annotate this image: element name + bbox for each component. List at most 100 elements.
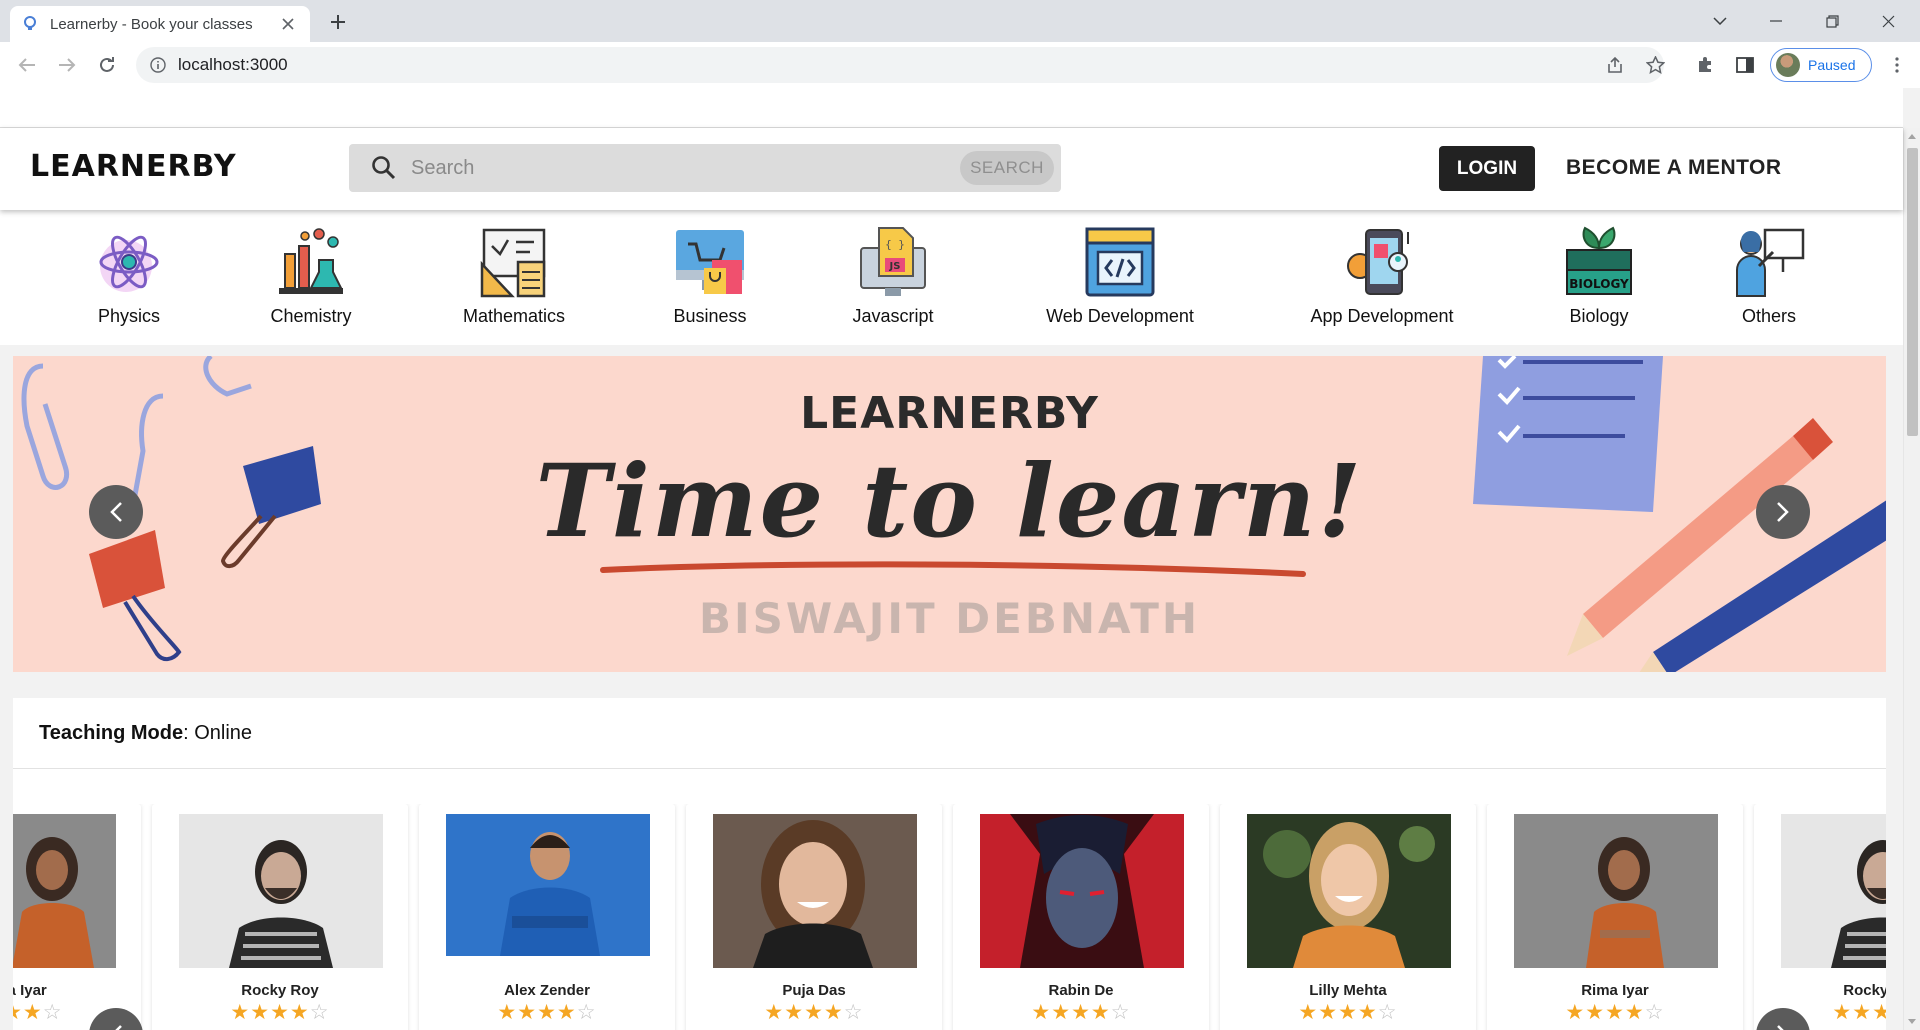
browser-tab-bar: Learnerby - Book your classes <box>0 0 1920 42</box>
category-mathematics[interactable]: Mathematics <box>454 210 574 345</box>
banner-tagline: Time to learn! <box>535 442 1364 560</box>
search-input[interactable] <box>411 156 960 180</box>
lightbulb-favicon-icon <box>22 16 38 32</box>
browser-tab[interactable]: Learnerby - Book your classes <box>10 6 310 42</box>
code-window-icon <box>1085 227 1155 297</box>
lab-flasks-icon <box>279 228 343 294</box>
banner-brand: LEARNERBY <box>800 388 1099 439</box>
mentor-name: Rocky Roy <box>241 982 319 999</box>
mentor-photo <box>1514 814 1718 968</box>
extensions-puzzle-icon[interactable] <box>1690 50 1720 80</box>
mentor-card[interactable]: Rocky Roy ★★★★☆ <box>152 804 408 1030</box>
search-bar: SEARCH <box>349 144 1061 192</box>
category-label: App Development <box>1310 306 1454 326</box>
shopping-cart-icon <box>676 230 744 294</box>
search-button[interactable]: SEARCH <box>960 151 1054 185</box>
vertical-scrollbar[interactable] <box>1903 128 1920 1030</box>
category-javascript[interactable]: JS { } Javascript <box>843 210 943 345</box>
category-app-development[interactable]: App Development <box>1299 210 1465 345</box>
search-icon <box>372 156 396 180</box>
divider <box>13 768 1886 769</box>
site-logo[interactable]: LEARNERBY <box>30 149 237 184</box>
category-label: Web Development <box>1046 306 1194 326</box>
category-web-development[interactable]: Web Development <box>1033 210 1207 345</box>
page-top-strip <box>0 88 1903 128</box>
mentor-photo <box>13 814 116 968</box>
mentor-name: Alex Zender <box>504 982 590 999</box>
scroll-down-arrow-icon[interactable] <box>1908 1019 1916 1024</box>
category-physics[interactable]: Physics <box>93 210 165 345</box>
mentor-name: Puja Das <box>782 982 846 999</box>
svg-text:JS: JS <box>889 261 901 272</box>
category-biology[interactable]: BIOLOGY Biology <box>1563 210 1635 345</box>
url-text: localhost:3000 <box>178 55 288 74</box>
svg-text:BIOLOGY: BIOLOGY <box>1569 277 1629 291</box>
reload-icon[interactable] <box>92 50 122 80</box>
star-rating: ★★★★☆ <box>230 1001 330 1024</box>
chevron-right-icon <box>1777 1025 1784 1030</box>
mentor-photo <box>446 814 650 968</box>
share-icon[interactable] <box>1600 50 1630 80</box>
mentor-card[interactable]: Rima Iyar ★★★★☆ <box>13 804 141 1030</box>
banner-next-button[interactable] <box>1756 485 1810 539</box>
mentor-card[interactable]: Rabin De ★★★★☆ <box>953 804 1209 1030</box>
mentor-name: Lilly Mehta <box>1309 982 1387 999</box>
mentor-photo <box>1247 814 1451 968</box>
hero-banner: LEARNERBY Time to learn! BISWAJIT DEBNAT… <box>13 356 1886 672</box>
star-rating: ★★★★☆ <box>1565 1001 1665 1024</box>
mentor-photo <box>980 814 1184 968</box>
browser-menu-icon[interactable] <box>1882 50 1912 80</box>
category-bar: Physics Chemistry Mathematics Business J… <box>0 210 1903 345</box>
mentor-photo <box>713 814 917 968</box>
new-tab-plus-icon[interactable] <box>324 8 352 36</box>
bookmark-star-icon[interactable] <box>1640 50 1670 80</box>
minimize-icon[interactable] <box>1748 0 1804 42</box>
mentor-card[interactable]: Rocky Roy ★★★★☆ <box>1754 804 1886 1030</box>
profile-button[interactable]: Paused <box>1770 48 1872 82</box>
mentor-card[interactable]: Alex Zender ★★★★☆ <box>419 804 675 1030</box>
back-arrow-icon[interactable] <box>12 50 42 80</box>
scroll-up-arrow-icon[interactable] <box>1908 134 1916 139</box>
mentor-name: Rocky Roy <box>1843 982 1886 999</box>
address-bar[interactable]: localhost:3000 <box>136 47 1664 83</box>
mentor-name: Rabin De <box>1048 982 1114 999</box>
teaching-mode-label: Teaching Mode <box>39 722 184 744</box>
category-label: Business <box>673 306 747 326</box>
tab-close-icon[interactable] <box>278 14 298 34</box>
scrollbar-thumb[interactable] <box>1907 148 1918 436</box>
site-header: LEARNERBY SEARCH LOGIN BECOME A MENTOR <box>0 128 1903 210</box>
atom-icon <box>99 235 159 292</box>
js-file-icon: JS { } <box>860 227 926 296</box>
category-chemistry[interactable]: Chemistry <box>261 210 361 345</box>
star-rating: ★★★★☆ <box>1298 1001 1398 1024</box>
side-panel-icon[interactable] <box>1730 50 1760 80</box>
restore-window-icon[interactable] <box>1804 0 1860 42</box>
chevron-right-icon <box>1777 502 1789 522</box>
mentor-card[interactable]: Lilly Mehta ★★★★☆ <box>1220 804 1476 1030</box>
mentor-name: Rima Iyar <box>13 982 47 999</box>
math-board-icon <box>480 228 546 298</box>
teaching-mode-section: Teaching Mode: Online Rima Iyar ★★★★☆ Ro… <box>13 698 1886 1030</box>
category-label: Physics <box>97 306 160 326</box>
site-info-icon[interactable] <box>150 57 166 73</box>
tab-search-chevron-icon[interactable] <box>1692 0 1748 42</box>
chevron-left-icon <box>115 1025 122 1030</box>
forward-arrow-icon[interactable] <box>52 50 82 80</box>
teacher-board-icon <box>1736 228 1805 297</box>
category-label: Chemistry <box>270 306 352 326</box>
category-business[interactable]: Business <box>667 210 753 345</box>
mentor-card[interactable]: Puja Das ★★★★☆ <box>686 804 942 1030</box>
become-mentor-link[interactable]: BECOME A MENTOR <box>1566 156 1782 180</box>
svg-text:{ }: { } <box>885 238 905 251</box>
page-viewport: LEARNERBY SEARCH LOGIN BECOME A MENTOR P… <box>0 88 1920 1030</box>
teaching-mode-line: Teaching Mode: Online <box>39 722 252 745</box>
category-others[interactable]: Others <box>1733 210 1805 345</box>
mentor-card[interactable]: Rima Iyar ★★★★☆ <box>1487 804 1743 1030</box>
close-window-icon[interactable] <box>1860 0 1916 42</box>
teaching-mode-value: : Online <box>183 722 253 744</box>
banner-prev-button[interactable] <box>89 485 143 539</box>
mentor-photo <box>1781 814 1886 968</box>
mentor-photo <box>179 814 383 968</box>
login-button[interactable]: LOGIN <box>1439 146 1535 191</box>
biology-book-icon: BIOLOGY <box>1566 226 1632 295</box>
